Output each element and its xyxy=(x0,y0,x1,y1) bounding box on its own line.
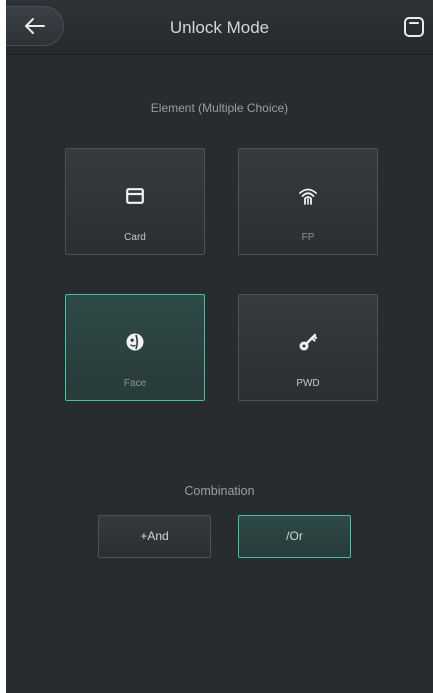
element-section-label: Element (Multiple Choice) xyxy=(150,101,289,115)
element-fp-label: FP xyxy=(301,232,315,243)
element-face-tile[interactable]: Face xyxy=(65,294,205,401)
combination-section-label: Combination xyxy=(184,484,255,498)
element-pwd-tile[interactable]: PWD xyxy=(238,294,378,401)
combination-or-button[interactable]: /Or xyxy=(238,515,351,558)
face-icon xyxy=(66,331,204,353)
element-card-tile[interactable]: Card xyxy=(65,148,205,255)
back-button[interactable] xyxy=(6,6,64,46)
card-icon xyxy=(66,185,204,207)
fingerprint-icon xyxy=(239,185,377,207)
header-bar: Unlock Mode xyxy=(6,0,433,55)
combination-and-button[interactable]: +And xyxy=(98,515,211,558)
save-icon xyxy=(403,16,425,38)
unlock-mode-screen: Unlock Mode Element (Multiple Choice) Ca… xyxy=(6,0,433,693)
element-fp-tile[interactable]: FP xyxy=(238,148,378,255)
element-face-label: Face xyxy=(123,378,147,389)
arrow-left-icon xyxy=(24,17,46,35)
page-title: Unlock Mode xyxy=(169,18,270,37)
element-pwd-label: PWD xyxy=(296,378,320,389)
element-card-label: Card xyxy=(124,232,146,243)
key-icon xyxy=(239,331,377,353)
save-button[interactable] xyxy=(401,14,427,40)
